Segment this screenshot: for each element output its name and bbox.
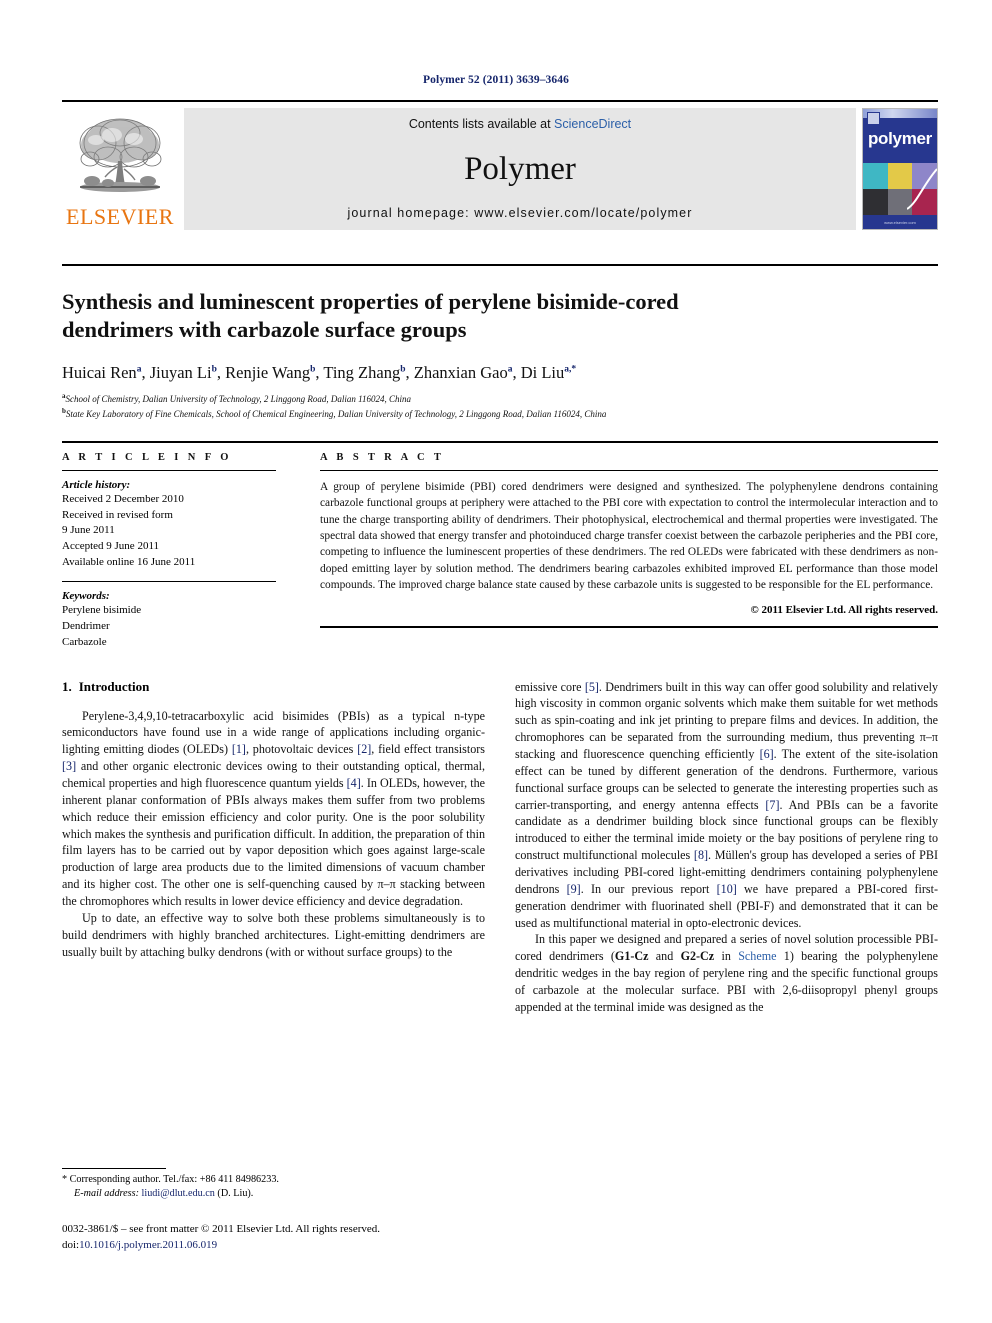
body-column-left: 1. Introduction Perylene-3,4,9,10-tetraca…: [62, 679, 485, 1016]
article-history-item: 9 June 2011: [62, 524, 115, 537]
sciencedirect-link[interactable]: ScienceDirect: [554, 117, 631, 131]
cross-reference-link[interactable]: Scheme: [738, 949, 776, 963]
citation-link[interactable]: [9]: [567, 882, 581, 896]
citation-link[interactable]: [10]: [717, 882, 737, 896]
author-name: Ting Zhang: [323, 362, 401, 382]
footnote-divider: [62, 1168, 166, 1169]
right-column-paragraphs: emissive core [5]. Dendrimers built in t…: [515, 679, 938, 1016]
citation-link[interactable]: [8]: [694, 848, 708, 862]
article-history-item: Received 2 December 2010: [62, 492, 184, 505]
article-history-list: Received 2 December 2010 Received in revi…: [62, 492, 276, 571]
journal-title: Polymer: [464, 150, 576, 187]
body-paragraph: In this paper we designed and prepared a…: [515, 932, 939, 1014]
paper-page: Polymer 52 (2011) 3639–3646 ELSEVIER Con…: [0, 0, 992, 1323]
author-name: Renjie Wang: [225, 362, 311, 382]
doi-label: doi:: [62, 1238, 80, 1251]
author-name: Jiuyan Li: [149, 362, 212, 382]
keywords-list: Perylene bisimide Dendrimer Carbazole: [62, 603, 276, 650]
doi-line: doi:10.1016/j.polymer.2011.06.019: [62, 1238, 492, 1254]
divider: [320, 469, 938, 471]
abstract-text: A group of perylene bisimide (PBI) cored…: [320, 480, 938, 592]
journal-masthead: ELSEVIER Contents lists available at Sci…: [62, 100, 938, 230]
citation-link[interactable]: [5]: [585, 680, 599, 694]
author-name: Di Liu: [520, 362, 565, 382]
keyword-item: Carbazole: [62, 635, 107, 648]
citation-link[interactable]: [1]: [232, 742, 246, 756]
author-affiliation-mark: b: [400, 364, 406, 375]
affiliation: bState Key Laboratory of Fine Chemicals,…: [62, 406, 938, 421]
author-affiliation-mark: a,*: [564, 364, 577, 375]
footnote-block: * Corresponding author. Tel./fax: +86 41…: [62, 1168, 462, 1202]
affiliation-text: School of Chemistry, Dalian University o…: [65, 393, 412, 404]
divider: [62, 581, 276, 583]
copyright-line: © 2011 Elsevier Ltd. All rights reserved…: [750, 603, 938, 616]
author-list: Huicai Rena, Jiuyan Lib, Renjie Wangb, T…: [62, 362, 577, 382]
elsevier-logo: ELSEVIER: [62, 108, 178, 230]
affiliation-list: aSchool of Chemistry, Dalian University …: [62, 391, 938, 421]
author-affiliation-mark: a: [136, 364, 142, 375]
title-block: Synthesis and luminescent properties of …: [62, 264, 938, 421]
doi-link[interactable]: 10.1016/j.polymer.2011.06.019: [79, 1239, 217, 1251]
issn-line: 0032-3861/$ – see front matter © 2011 El…: [62, 1223, 381, 1235]
compound-label: G2-Cz: [680, 949, 715, 964]
article-history-label: Article history:: [62, 478, 131, 491]
affiliation: aSchool of Chemistry, Dalian University …: [62, 391, 938, 406]
keyword-item: Perylene bisimide: [62, 604, 142, 617]
affiliation-text: State Key Laboratory of Fine Chemicals, …: [65, 408, 607, 419]
email-owner: (D. Liu).: [217, 1188, 254, 1200]
article-history-item: Accepted 9 June 2011: [62, 539, 160, 552]
body-columns: 1. Introduction Perylene-3,4,9,10-tetraca…: [62, 679, 938, 1016]
citation-link[interactable]: [7]: [765, 798, 779, 812]
body-paragraph: emissive core [5]. Dendrimers built in t…: [515, 679, 939, 930]
email-link[interactable]: liudi@dlut.edu.cn: [142, 1188, 215, 1199]
info-abstract-section: A R T I C L E I N F O Article history: R…: [62, 440, 938, 651]
left-column-paragraphs: Perylene-3,4,9,10-tetracarboxylic acid b…: [62, 708, 485, 961]
issn-doi-block: 0032-3861/$ – see front matter © 2011 El…: [62, 1222, 492, 1254]
abstract-column: A B S T R A C T A group of perylene bisi…: [302, 452, 938, 651]
elsevier-wordmark: ELSEVIER: [66, 204, 174, 229]
journal-homepage-link[interactable]: journal homepage: www.elsevier.com/locat…: [347, 206, 692, 220]
abstract-heading: A B S T R A C T: [320, 451, 445, 463]
author-affiliation-mark: b: [211, 364, 217, 375]
article-history-item: Received in revised form: [62, 508, 173, 521]
author-name: Huicai Ren: [62, 362, 137, 382]
section-number: 1.: [62, 678, 72, 694]
article-history-item: Available online 16 June 2011: [62, 555, 196, 568]
article-info-column: A R T I C L E I N F O Article history: R…: [62, 452, 302, 651]
contents-prefix: Contents lists available at: [408, 117, 555, 131]
section-heading-introduction: 1. Introduction: [62, 679, 485, 695]
section-title: Introduction: [78, 678, 150, 694]
cover-title-text: polymer: [867, 129, 933, 148]
author-affiliation-mark: a: [507, 364, 513, 375]
article-info-heading: A R T I C L E I N F O: [62, 451, 232, 463]
keyword-item: Dendrimer: [62, 620, 110, 633]
body-paragraph: Perylene-3,4,9,10-tetracarboxylic acid b…: [62, 708, 485, 908]
citation-link[interactable]: [6]: [760, 747, 774, 761]
corresponding-author-note: * Corresponding author. Tel./fax: +86 41…: [62, 1174, 279, 1185]
body-paragraph: Up to date, an effective way to solve bo…: [62, 910, 485, 959]
divider: [320, 625, 938, 628]
cover-footer-text: www.elsevier.com: [884, 220, 916, 225]
citation-link[interactable]: [4]: [347, 776, 361, 790]
page-title: Synthesis and luminescent properties of …: [62, 289, 679, 343]
email-label: E-mail address:: [74, 1188, 139, 1200]
running-head: Polymer 52 (2011) 3639–3646: [423, 74, 569, 86]
citation-link[interactable]: [3]: [62, 759, 76, 773]
author-name: Zhanxian Gao: [413, 362, 508, 382]
citation-link[interactable]: [2]: [357, 742, 371, 756]
journal-cover-thumbnail[interactable]: polymer www.elsevier.com: [862, 108, 938, 230]
divider: [62, 469, 276, 471]
contents-available-line: Contents lists available at ScienceDirec…: [409, 117, 631, 131]
email-note: E-mail address: liudi@dlut.edu.cn (D. Li…: [62, 1187, 462, 1201]
elsevier-tree-icon: [68, 113, 172, 205]
compound-label: G1-Cz: [614, 949, 649, 964]
keywords-label: Keywords:: [62, 590, 110, 603]
journal-banner: Contents lists available at ScienceDirec…: [184, 108, 856, 230]
cover-logo-square: [867, 112, 880, 125]
cover-curve-graphic: [907, 168, 937, 210]
body-column-right: emissive core [5]. Dendrimers built in t…: [515, 679, 938, 1016]
author-affiliation-mark: b: [310, 364, 316, 375]
